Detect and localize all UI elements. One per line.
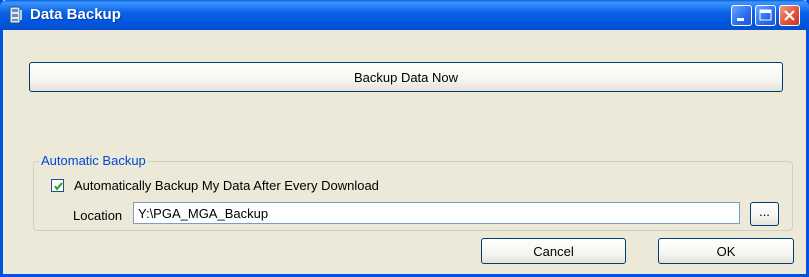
backup-data-now-button[interactable]: Backup Data Now [29,62,783,92]
window-title: Data Backup [30,6,121,23]
maximize-icon [759,9,772,21]
browse-button[interactable]: ... [750,202,779,226]
close-icon [784,10,795,21]
auto-backup-checkbox[interactable] [51,179,64,192]
cancel-button[interactable]: Cancel [481,238,626,264]
ok-button[interactable]: OK [658,238,794,264]
data-backup-window: Data Backup Backup Data Now Automatic Ba… [0,0,809,277]
auto-backup-checkbox-label[interactable]: Automatically Backup My Data After Every… [74,178,379,193]
dialog-body: Backup Data Now Automatic Backup Automat… [3,30,806,274]
maximize-button[interactable] [755,5,776,26]
minimize-icon [737,18,744,21]
location-label: Location [73,208,123,223]
close-button[interactable] [779,5,800,26]
minimize-button[interactable] [731,5,752,26]
checkmark-icon [54,182,63,191]
app-data-icon [9,6,23,24]
automatic-backup-group-label: Automatic Backup [39,153,148,168]
title-bar[interactable]: Data Backup [0,0,809,30]
location-input[interactable] [133,202,740,224]
